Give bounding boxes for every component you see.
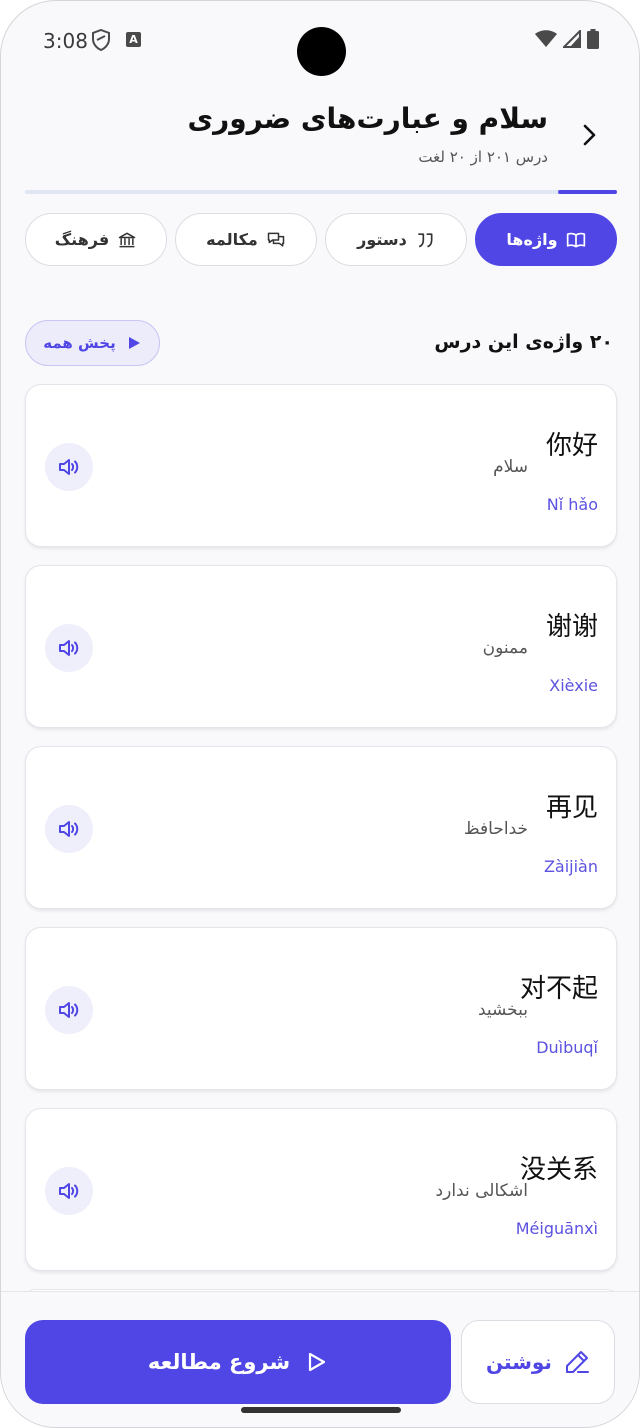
lesson-header: سلام و عبارت‌های ضروری درس ۲۰۱ از ۲۰ لغت [1,96,639,176]
tab-words[interactable]: واژه‌ها [475,213,617,266]
lesson-tabs: واژه‌ها دستور مکالمه فرهنگ [25,213,617,266]
word-hanzi: 再见 [545,793,598,823]
word-hanzi: 谢谢 [545,612,598,642]
section-title: ۲۰ واژه‌ی این درس [434,331,613,353]
tab-culture-label: فرهنگ [54,230,110,249]
tab-grammar-label: دستور [357,230,407,249]
word-translation: ببخشید [477,1000,528,1020]
play-word-button[interactable] [45,624,93,672]
play-word-button[interactable] [45,986,93,1034]
lesson-subtitle: درس ۲۰۱ از ۲۰ لغت [418,148,548,166]
word-translation: خداحافظ [463,819,528,839]
word-hanzi: 没关系 [519,1155,598,1185]
back-arrow-icon[interactable] [577,123,601,147]
start-study-label: شروع مطالعه [147,1350,291,1374]
accessibility-icon: A [126,32,141,47]
status-time: 3:08 [43,29,88,53]
pencil-icon [565,1351,589,1373]
word-card[interactable]: 谢谢 ممنون Xièxie [25,565,617,728]
museum-icon [118,232,136,247]
word-pinyin: Nǐ hǎo [546,495,598,514]
word-list: 你好 سلام Nǐ hǎo 谢谢 ممنون Xièxie 再见 خداحاف… [25,384,617,1327]
speaker-icon [59,1183,79,1199]
word-card[interactable]: 对不起 ببخشید Duìbuqǐ [25,927,617,1090]
tab-conversation-label: مکالمه [206,230,258,249]
word-pinyin: Xièxie [549,676,598,695]
book-icon [566,232,585,247]
word-card[interactable]: 你好 سلام Nǐ hǎo [25,384,617,547]
word-translation: ممنون [482,638,528,658]
bottom-action-bar: شروع مطالعه نوشتن [1,1291,639,1427]
play-word-button[interactable] [45,1167,93,1215]
play-word-button[interactable] [45,443,93,491]
tab-culture[interactable]: فرهنگ [25,213,167,266]
start-study-button[interactable]: شروع مطالعه [25,1320,451,1404]
word-pinyin: Zàijiàn [543,857,598,876]
writing-button[interactable]: نوشتن [461,1320,615,1404]
battery-icon [587,29,599,49]
page-title: سلام و عبارت‌های ضروری [187,102,548,135]
tab-words-label: واژه‌ها [506,230,558,249]
writing-label: نوشتن [486,1350,552,1374]
word-card[interactable]: 没关系 اشکالی ندارد Méiguānxì [25,1108,617,1271]
speaker-icon [59,1002,79,1018]
tab-conversation[interactable]: مکالمه [175,213,317,266]
play-outline-icon [309,1352,326,1372]
play-all-button[interactable]: پخش همه [25,320,160,366]
lesson-progress-fill [557,190,617,194]
signal-icon [563,30,581,48]
play-word-button[interactable] [45,805,93,853]
word-card[interactable]: 再见 خداحافظ Zàijiàn [25,746,617,909]
camera-cutout [297,27,346,76]
word-hanzi: 对不起 [519,974,598,1004]
play-all-label: پخش همه [43,334,116,352]
word-pinyin: Duìbuqǐ [536,1038,598,1057]
quote-icon [418,232,433,247]
word-pinyin: Méiguānxì [515,1219,598,1238]
status-right-icons [535,29,599,49]
speaker-icon [59,821,79,837]
play-icon [128,337,140,349]
word-translation: سلام [493,457,528,477]
shield-icon [91,28,111,55]
word-hanzi: 你好 [545,431,598,461]
chat-icon [267,232,285,247]
wifi-icon [535,30,557,47]
home-indicator [241,1407,401,1413]
lesson-progress-bar [25,190,617,194]
speaker-icon [59,459,79,475]
tab-grammar[interactable]: دستور [325,213,467,266]
speaker-icon [59,640,79,656]
word-translation: اشکالی ندارد [435,1181,528,1201]
phone-screen: 3:08 A سلام و عبارت‌های ضروری درس ۲۰۱ از… [0,0,640,1428]
